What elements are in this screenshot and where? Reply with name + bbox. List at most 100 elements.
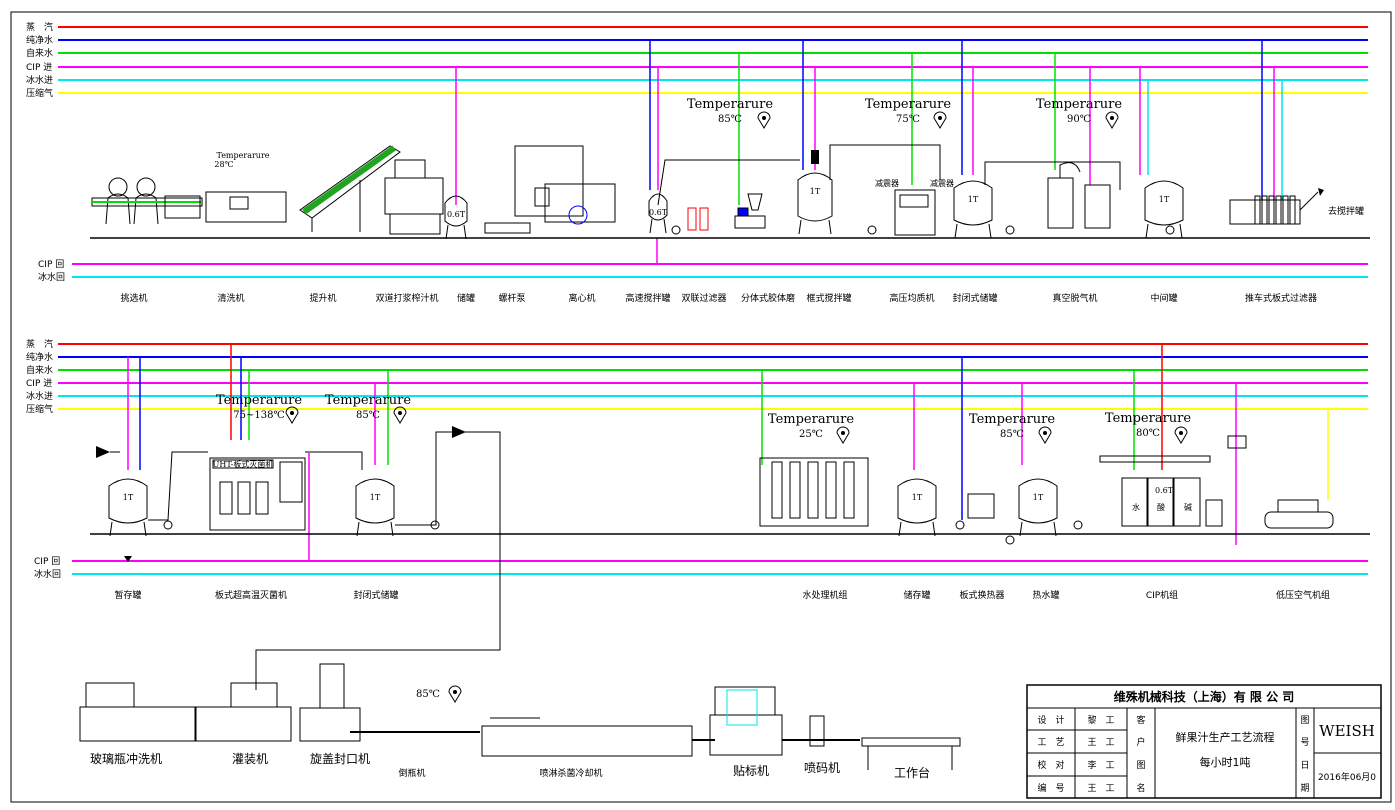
role-design: 设 计	[1037, 714, 1064, 726]
temp-row1-homogenizer-gauge-icon	[933, 111, 947, 129]
temp-row2-sealed-value: 85℃	[356, 410, 380, 421]
frame-mixer-capacity: 1T	[810, 187, 821, 196]
temp-row2-hotwater-gauge-icon	[1038, 426, 1052, 444]
row3-machine-label-0: 玻璃瓶冲洗机	[90, 751, 162, 766]
row2-machine-label-6: 热水罐	[1032, 589, 1059, 601]
row3-machine-label-1: 灌装机	[232, 752, 268, 766]
temp-row2-sealed-label: Temperarure	[325, 393, 411, 408]
temp-row2-uht-label: Temperarure	[216, 393, 302, 408]
buffer-tank: 1T	[108, 478, 148, 537]
high-speed-mixer-leg-left	[649, 218, 653, 234]
drawing-title: 鲜果汁生产工艺流程	[1176, 730, 1275, 744]
homogenizer-panel	[899, 194, 929, 208]
washer-feed	[164, 195, 201, 219]
temp-row2-cip-value: 80℃	[1136, 428, 1160, 439]
row1-machine-label-14: 中间罐	[1150, 292, 1177, 304]
row1-pump-0	[671, 225, 681, 235]
temp-row1-washer-label: Temperarure	[216, 151, 269, 160]
row2-inlet-arrow	[96, 446, 110, 458]
row2-pump-3	[1073, 520, 1083, 530]
pulper-body	[384, 177, 444, 215]
hot-water-tank: 1T	[1018, 478, 1058, 537]
row1-machine-label-5: 螺杆泵	[498, 292, 525, 304]
row1-pipe-degasser	[984, 161, 1121, 190]
row2-machine-label-8: 低压空气机组	[1276, 589, 1330, 601]
water-treatment-vessel-2	[807, 461, 819, 519]
process-flow-diagram: 0.6T 0.6T1T减震器 减震器1T 1T去搅拌罐 1TUHT-板式灭菌机1T 1T…	[10, 11, 1392, 803]
intermediate-tank-leg-left	[1145, 223, 1149, 239]
cip-top-rail	[1099, 455, 1211, 463]
temp-row2-hotwater-label: Temperarure	[969, 412, 1055, 427]
cip-pump-box	[1205, 499, 1223, 527]
labeler-label-path	[726, 689, 758, 726]
row3-temp-value: 85℃	[416, 689, 440, 700]
temp-row2-cip-gauge-icon	[1174, 426, 1188, 444]
frame-mixer: 1T	[797, 172, 833, 235]
row1-pipe-homogenizer	[829, 144, 941, 180]
temp-row1-degasser-gauge-icon	[1105, 111, 1119, 129]
temp-row2-cip-label: Temperarure	[1105, 411, 1191, 426]
air-compressor-tank	[1264, 511, 1334, 529]
role-number: 编 号	[1037, 782, 1064, 794]
temp-row2-water-gauge-icon-center	[841, 431, 845, 435]
to-mixing-arrow	[1318, 188, 1324, 196]
pipe-label-row2-tap_water: 自来水	[26, 364, 53, 376]
labeler-head	[714, 686, 776, 716]
brand-mark: WEISH	[1319, 722, 1375, 740]
temp-row2-uht-value: 75~138℃	[233, 410, 284, 421]
pipe-label-row2-air: 压缩气	[26, 403, 53, 415]
cip-top-capacity: 0.6T	[1155, 486, 1174, 495]
row3-machine-label-6: 喷码机	[804, 761, 840, 775]
high-speed-mixer-leg-right	[663, 218, 667, 234]
row3-equipment	[79, 663, 961, 770]
colloid-mill-motor	[737, 207, 749, 217]
frame-mixer-leg-right	[828, 219, 832, 235]
frame-mixer-leg-left	[798, 219, 802, 235]
row3-machine-label-3: 倒瓶机	[398, 767, 425, 779]
uht-plate-1	[237, 481, 251, 515]
row1-machine-label-10: 框式搅拌罐	[806, 292, 851, 304]
screw-pump	[484, 222, 531, 234]
duplex-filter-a	[687, 207, 697, 231]
client-char-1: 客	[1136, 714, 1145, 726]
row2-machine-label-1: 板式超高温灭菌机	[215, 589, 287, 601]
row1-pump-3	[1165, 225, 1175, 235]
capper-body	[299, 707, 361, 742]
intermediate-tank: 1T	[1144, 180, 1184, 239]
centrifuge-motor	[534, 187, 550, 207]
degasser-tank	[1084, 184, 1111, 229]
centrifuge-bowl	[568, 205, 588, 225]
temp-row1-degasser-gauge-icon-center	[1110, 116, 1114, 120]
intermediate-tank-leg-right	[1179, 223, 1183, 239]
row3-temp-gauge-icon	[448, 685, 462, 703]
row2-pump-0	[163, 520, 173, 530]
temp-row1-degasser-label: Temperarure	[1036, 97, 1122, 112]
row2-machine-label-0: 暂存罐	[114, 589, 141, 601]
temp-row1-mixer-value: 85℃	[718, 114, 742, 125]
row3-machine-label-5: 贴标机	[733, 764, 769, 778]
cip-tank-label-2: 碱	[1184, 503, 1192, 512]
buffer-tank-capacity: 1T	[123, 493, 134, 502]
row2-machine-label-5: 板式换热器	[959, 589, 1004, 601]
temp-row1-homogenizer-gauge-icon-center	[938, 116, 942, 120]
water-treatment-vessel-1	[789, 461, 801, 519]
cip-control-panel	[1227, 435, 1247, 449]
return-label-row2-ice_water: 冰水回	[34, 568, 61, 580]
degasser-body	[1047, 177, 1074, 229]
filler-body	[195, 706, 292, 742]
doc-char-3: 日	[1300, 760, 1309, 771]
pipe-label-row1-pure_water: 纯净水	[26, 34, 53, 46]
water-treatment-frame	[759, 457, 869, 527]
coder-body	[809, 715, 825, 747]
worker-head-0	[108, 177, 128, 197]
client-char-2: 户	[1136, 736, 1145, 748]
row1-machine-label-0: 挑选机	[120, 292, 147, 304]
sealed-storage-tank-1-leg-right	[988, 223, 992, 239]
elevator-belt	[302, 145, 396, 215]
bottle-washer-body	[79, 706, 196, 742]
temp-row1-washer-value: 28℃	[214, 160, 233, 169]
row2-outlet-arrow	[452, 426, 466, 438]
role-process: 工 艺	[1037, 737, 1064, 748]
water-treatment-vessel-0	[771, 461, 783, 519]
row2-machine-label-4: 储存罐	[903, 589, 930, 601]
